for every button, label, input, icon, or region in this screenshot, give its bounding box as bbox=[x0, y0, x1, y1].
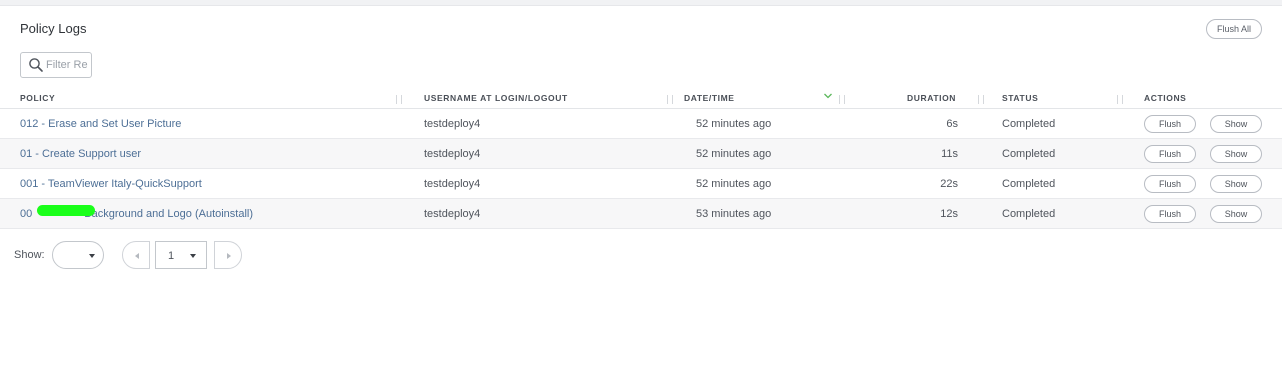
redaction-mark bbox=[37, 205, 95, 216]
column-header-datetime[interactable]: DATE/TIME bbox=[684, 93, 735, 103]
username-cell: testdeploy4 bbox=[424, 148, 481, 160]
column-header-policy[interactable]: POLICY bbox=[20, 93, 55, 103]
chevron-down-icon bbox=[190, 254, 196, 258]
policy-name-prefix: 00 bbox=[20, 208, 33, 220]
datetime-cell: 52 minutes ago bbox=[696, 178, 772, 190]
status-cell: Completed bbox=[1002, 178, 1056, 190]
show-button[interactable]: Show bbox=[1210, 205, 1262, 223]
policy-logs-table: POLICY USERNAME AT LOGIN/LOGOUT DATE/TIM… bbox=[0, 87, 1282, 229]
table-row: 01 - Create Support user testdeploy4 52 … bbox=[0, 139, 1282, 169]
flush-button[interactable]: Flush bbox=[1144, 145, 1196, 163]
policy-name-link[interactable]: 001 - TeamViewer Italy-QuickSupport bbox=[20, 178, 202, 190]
next-page-button[interactable] bbox=[214, 241, 242, 269]
duration-cell: 12s bbox=[940, 208, 958, 220]
page-size-label: Show: bbox=[14, 249, 45, 261]
column-header-username[interactable]: USERNAME AT LOGIN/LOGOUT bbox=[424, 93, 568, 103]
policy-name-link[interactable]: 01 - Create Support user bbox=[20, 148, 141, 160]
table-header: POLICY USERNAME AT LOGIN/LOGOUT DATE/TIM… bbox=[0, 87, 1282, 109]
sort-descending-chevron-icon[interactable] bbox=[823, 92, 833, 100]
column-header-actions: ACTIONS bbox=[1144, 93, 1187, 103]
current-page-value: 1 bbox=[168, 250, 175, 262]
policy-name-link[interactable]: 012 - Erase and Set User Picture bbox=[20, 118, 181, 130]
status-cell: Completed bbox=[1002, 208, 1056, 220]
search-icon bbox=[29, 58, 43, 72]
top-header-bar bbox=[0, 0, 1282, 6]
datetime-cell: 52 minutes ago bbox=[696, 148, 772, 160]
page-size-select[interactable] bbox=[52, 241, 104, 269]
column-resize-handle[interactable] bbox=[396, 95, 402, 104]
table-row: 00 Background and Logo (Autoinstall) test… bbox=[0, 199, 1282, 229]
chevron-down-icon bbox=[89, 254, 95, 258]
page-title: Policy Logs bbox=[20, 21, 87, 36]
column-resize-handle[interactable] bbox=[978, 95, 984, 104]
caret-right-icon bbox=[227, 253, 231, 259]
username-cell: testdeploy4 bbox=[424, 118, 481, 130]
column-header-duration[interactable]: DURATION bbox=[907, 93, 956, 103]
flush-button[interactable]: Flush bbox=[1144, 205, 1196, 223]
status-cell: Completed bbox=[1002, 118, 1056, 130]
column-resize-handle[interactable] bbox=[839, 95, 845, 104]
show-button[interactable]: Show bbox=[1210, 115, 1262, 133]
filter-field[interactable] bbox=[20, 52, 92, 78]
datetime-cell: 53 minutes ago bbox=[696, 208, 772, 220]
status-cell: Completed bbox=[1002, 148, 1056, 160]
duration-cell: 6s bbox=[946, 118, 958, 130]
flush-all-button[interactable]: Flush All bbox=[1206, 19, 1262, 39]
table-row: 001 - TeamViewer Italy-QuickSupport test… bbox=[0, 169, 1282, 199]
show-button[interactable]: Show bbox=[1210, 175, 1262, 193]
policy-name-suffix: Background and Logo (Autoinstall) bbox=[84, 208, 254, 220]
datetime-cell: 52 minutes ago bbox=[696, 118, 772, 130]
duration-cell: 22s bbox=[940, 178, 958, 190]
table-row: 012 - Erase and Set User Picture testdep… bbox=[0, 109, 1282, 139]
username-cell: testdeploy4 bbox=[424, 178, 481, 190]
column-resize-handle[interactable] bbox=[667, 95, 673, 104]
duration-cell: 11s bbox=[941, 148, 958, 160]
flush-button[interactable]: Flush bbox=[1144, 175, 1196, 193]
show-button[interactable]: Show bbox=[1210, 145, 1262, 163]
previous-page-button[interactable] bbox=[122, 241, 150, 269]
filter-input[interactable] bbox=[46, 59, 90, 71]
page-number-select[interactable]: 1 bbox=[155, 241, 207, 269]
flush-button[interactable]: Flush bbox=[1144, 115, 1196, 133]
username-cell: testdeploy4 bbox=[424, 208, 481, 220]
column-resize-handle[interactable] bbox=[1117, 95, 1123, 104]
caret-left-icon bbox=[135, 253, 139, 259]
column-header-status[interactable]: STATUS bbox=[1002, 93, 1038, 103]
